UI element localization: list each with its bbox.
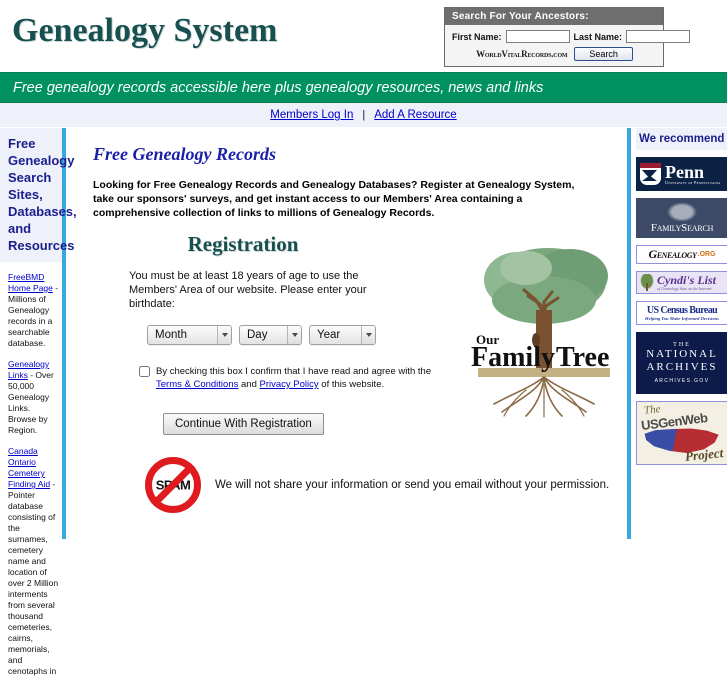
terms-checkbox[interactable] xyxy=(139,366,150,377)
left-divider xyxy=(62,128,66,539)
month-select-value: Month xyxy=(155,329,187,341)
tagline-banner: Free genealogy records accessible here p… xyxy=(0,72,727,103)
day-select[interactable]: Day xyxy=(239,325,302,345)
sidebar-link-freebmd[interactable]: FreeBMD Home Page xyxy=(8,272,53,293)
page-root: Genealogy System Search For Your Ancesto… xyxy=(0,0,727,676)
nav-add-resource[interactable]: Add A Resource xyxy=(374,109,456,121)
our-family-tree-graphic: Our Family Tree xyxy=(471,248,610,418)
badge-usgenweb-project[interactable]: The USGenWeb Project xyxy=(636,401,727,465)
spam-notice-text: We will not share your information or se… xyxy=(215,478,610,491)
terms-agreement-text: By checking this box I confirm that I ha… xyxy=(156,365,439,391)
nav-members-login[interactable]: Members Log In xyxy=(270,109,353,121)
tree-label-tree: Tree xyxy=(556,342,609,373)
continue-registration-button[interactable]: Continue With Registration xyxy=(163,413,324,435)
registration-title: Registration xyxy=(187,232,299,256)
tagline-text: Free genealogy records accessible here p… xyxy=(13,79,544,96)
badge-archives-line1: NATIONAL xyxy=(646,348,718,360)
body-columns: Free Genealogy Search Sites, Databases, … xyxy=(0,128,727,676)
badge-genealogy-org[interactable]: Genealogy .ORG xyxy=(636,245,727,264)
spam-notice: SPAM We will not share your information … xyxy=(145,457,621,513)
search-box-body: First Name: Last Name: WorldVitalRecords… xyxy=(445,25,691,66)
left-sidebar-heading: Free Genealogy Search Sites, Databases, … xyxy=(0,128,77,262)
badge-penn[interactable]: Penn University of Pennsylvania xyxy=(636,157,727,191)
main-content: Free Genealogy Records Looking for Free … xyxy=(73,128,627,539)
badge-familysearch-label: FamilySearch xyxy=(650,222,714,234)
badge-us-census-bureau[interactable]: US Census Bureau Helping You Make Inform… xyxy=(636,301,727,325)
privacy-policy-link[interactable]: Privacy Policy xyxy=(260,379,319,390)
sidebar-link-item: Genealogy Links - Over 50,000 Genealogy … xyxy=(0,359,62,436)
first-name-input[interactable] xyxy=(505,30,570,43)
agree-text-part1: By checking this box I confirm that I ha… xyxy=(156,366,432,377)
badge-census-sub: Helping You Make Informed Decisions xyxy=(645,316,719,321)
sidebar-desc-canada-ontario: - Pointer database consisting of the sur… xyxy=(8,479,59,676)
no-spam-icon: SPAM xyxy=(145,457,201,513)
sidebar-link-canada-ontario[interactable]: Canada Ontario Cemetery Finding Aid xyxy=(8,446,50,489)
recommend-heading: We recommend xyxy=(636,128,727,150)
terms-conditions-link[interactable]: Terms & Conditions xyxy=(156,379,238,390)
search-name-row: First Name: Last Name: xyxy=(452,30,691,43)
badge-archives-domain: ARCHIVES.GOV xyxy=(654,378,710,384)
badge-cyndis-label: Cyndi's List xyxy=(657,272,717,287)
year-select[interactable]: Year xyxy=(309,325,376,345)
top-nav: Members Log In | Add A Resource xyxy=(0,103,727,128)
year-select-value: Year xyxy=(317,329,341,341)
month-select[interactable]: Month xyxy=(147,325,232,345)
agree-text-part2: and xyxy=(238,379,260,390)
page-title: Free Genealogy Records xyxy=(93,144,276,164)
site-header: Genealogy System Search For Your Ancesto… xyxy=(0,0,727,72)
worldvitalrecords-logo: WorldVitalRecords.com xyxy=(476,49,568,59)
badge-national-archives[interactable]: THE NATIONAL ARCHIVES ARCHIVES.GOV xyxy=(636,332,727,394)
badge-familysearch[interactable]: FamilySearch xyxy=(636,198,727,238)
chevron-down-icon xyxy=(287,326,301,344)
registration-instructions: You must be at least 18 years of age to … xyxy=(129,270,367,310)
last-name-input[interactable] xyxy=(626,30,691,43)
badge-census-label: US Census Bureau xyxy=(646,305,718,316)
last-name-label: Last Name: xyxy=(573,31,623,42)
terms-agreement-row: By checking this box I confirm that I ha… xyxy=(139,365,439,391)
badge-usgenweb-project: Project xyxy=(684,445,724,464)
badge-penn-sub: University of Pennsylvania xyxy=(665,179,721,185)
cyndis-tree-icon xyxy=(639,274,655,291)
left-sidebar: Free Genealogy Search Sites, Databases, … xyxy=(0,128,77,676)
first-name-label: First Name: xyxy=(452,31,502,42)
agree-text-part3: of this website. xyxy=(318,379,385,390)
penn-shield-icon xyxy=(639,162,662,186)
badge-genealogy-label: Genealogy xyxy=(648,247,697,261)
nav-separator: | xyxy=(362,109,366,121)
tree-label-family: Family xyxy=(471,342,555,373)
day-select-value: Day xyxy=(247,329,268,341)
badge-usgenweb-the: The xyxy=(643,403,662,417)
badge-cyndis-sub: of Genealogy Sites on the Internet xyxy=(657,285,712,291)
site-logo: Genealogy System xyxy=(12,12,278,49)
chevron-down-icon xyxy=(217,326,231,344)
search-button[interactable]: Search xyxy=(574,47,633,61)
badge-penn-label: Penn xyxy=(665,161,705,182)
sidebar-link-item: Canada Ontario Cemetery Finding Aid - Po… xyxy=(0,446,62,677)
familysearch-tree-icon xyxy=(665,201,699,221)
badge-archives-line2: ARCHIVES xyxy=(646,361,718,373)
right-sidebar: We recommend Penn University of Pennsylv… xyxy=(631,128,727,539)
sidebar-link-item: FreeBMD Home Page - Millions of Genealog… xyxy=(0,272,62,349)
chevron-down-icon xyxy=(361,326,375,344)
intro-paragraph: Looking for Free Genealogy Records and G… xyxy=(93,179,575,219)
badge-genealogy-sub: .ORG xyxy=(697,251,716,258)
ancestor-search-box: Search For Your Ancestors: First Name: L… xyxy=(444,7,691,67)
search-box-title: Search For Your Ancestors: xyxy=(445,8,663,25)
badge-cyndis-list[interactable]: Cyndi's List of Genealogy Sites on the I… xyxy=(636,271,727,294)
search-submit-row: WorldVitalRecords.com Search xyxy=(452,47,657,61)
